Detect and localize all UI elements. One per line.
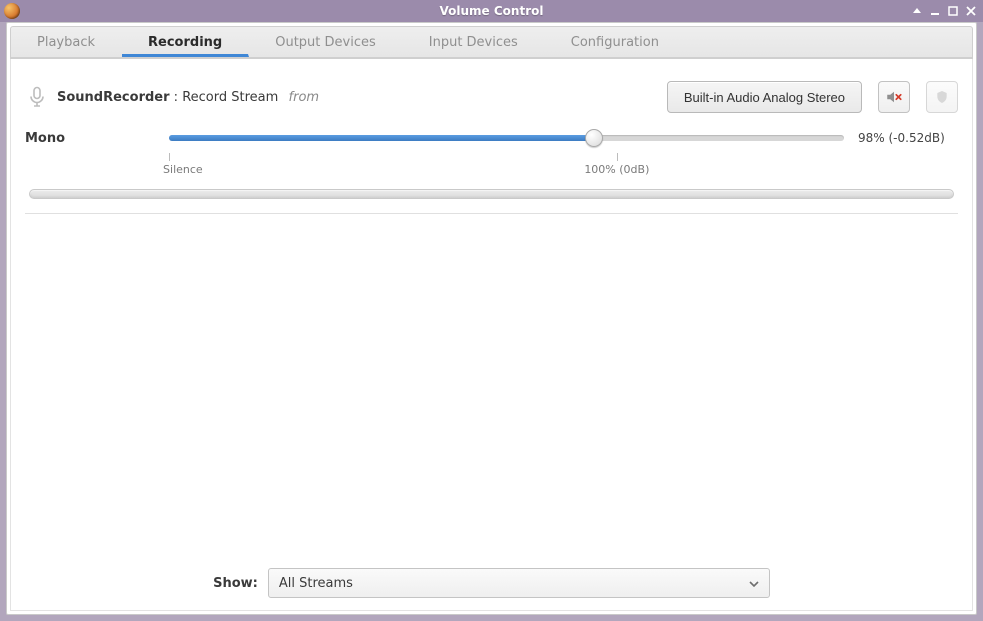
mute-button[interactable] bbox=[878, 81, 910, 113]
tab-output-devices[interactable]: Output Devices bbox=[249, 27, 403, 57]
lock-stream-button[interactable] bbox=[926, 81, 958, 113]
chevron-down-icon bbox=[749, 576, 759, 591]
content-area: SoundRecorder : Record Stream from Built… bbox=[10, 59, 973, 611]
level-meter bbox=[29, 189, 954, 199]
tab-playback[interactable]: Playback bbox=[11, 27, 122, 57]
tick-label-silence: Silence bbox=[163, 163, 203, 176]
stream-header: SoundRecorder : Record Stream from Built… bbox=[25, 81, 958, 113]
stream-title: SoundRecorder : Record Stream from bbox=[57, 90, 319, 105]
app-icon bbox=[4, 3, 20, 19]
microphone-icon bbox=[25, 85, 49, 109]
maximize-button[interactable] bbox=[947, 5, 959, 17]
tick-100 bbox=[617, 153, 618, 161]
channel-label: Mono bbox=[25, 131, 155, 146]
tick-silence bbox=[169, 153, 170, 161]
slider-scale-row: Silence 100% (0dB) bbox=[25, 153, 958, 179]
close-button[interactable] bbox=[965, 5, 977, 17]
stream-desc: Record Stream bbox=[182, 90, 278, 105]
footer: Show: All Streams bbox=[25, 562, 958, 600]
show-select[interactable]: All Streams bbox=[268, 568, 770, 598]
stream-desc-prefix: : bbox=[170, 90, 183, 105]
slider-thumb[interactable] bbox=[585, 129, 603, 147]
tab-configuration[interactable]: Configuration bbox=[545, 27, 686, 57]
volume-slider[interactable] bbox=[169, 129, 844, 147]
shield-icon bbox=[934, 89, 950, 105]
window-up-button[interactable] bbox=[911, 5, 923, 17]
source-device-button[interactable]: Built-in Audio Analog Stereo bbox=[667, 81, 862, 113]
show-selected-value: All Streams bbox=[279, 576, 353, 591]
tab-recording[interactable]: Recording bbox=[122, 27, 249, 57]
stream-divider bbox=[25, 213, 958, 214]
tick-label-100: 100% (0dB) bbox=[584, 163, 649, 176]
volume-row: Mono 98% (-0.52dB) bbox=[25, 129, 958, 147]
slider-fill bbox=[169, 135, 594, 141]
stream-app-name: SoundRecorder bbox=[57, 90, 170, 105]
window-body: Playback Recording Output Devices Input … bbox=[6, 22, 977, 615]
slider-scale: Silence 100% (0dB) bbox=[169, 153, 858, 179]
window-controls-group bbox=[911, 5, 983, 17]
tabbar: Playback Recording Output Devices Input … bbox=[10, 26, 973, 58]
tab-input-devices[interactable]: Input Devices bbox=[403, 27, 545, 57]
minimize-button[interactable] bbox=[929, 5, 941, 17]
speaker-muted-icon bbox=[885, 88, 903, 106]
volume-readout: 98% (-0.52dB) bbox=[858, 131, 958, 145]
show-label: Show: bbox=[213, 576, 258, 591]
window-title: Volume Control bbox=[0, 4, 983, 18]
titlebar: Volume Control bbox=[0, 0, 983, 22]
stream-from-label: from bbox=[287, 90, 320, 105]
